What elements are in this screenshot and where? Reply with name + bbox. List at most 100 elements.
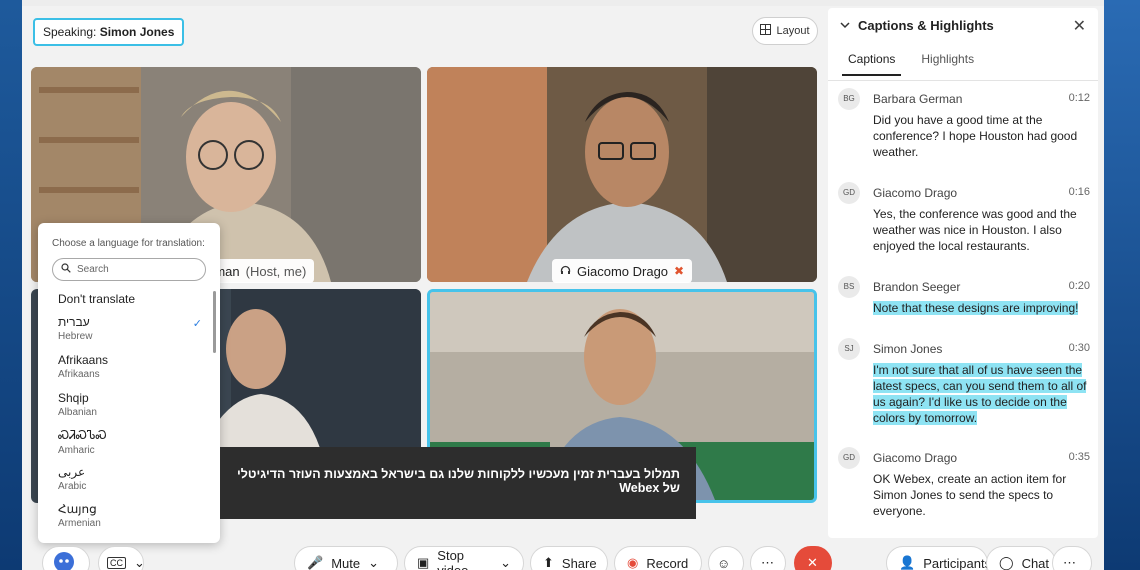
avatar: GD [838,182,860,204]
language-native: عربى [58,465,86,479]
share-button[interactable]: ⬆ Share [530,546,608,570]
grid-icon [760,24,772,38]
meeting-controls: CC ⌄ 🎤 Mute ⌄ ▣ Stop video ⌄ ⬆ Share ◉ R… [22,540,1104,570]
close-icon: ✕ [807,555,818,570]
chat-label: Chat [1021,555,1050,570]
record-icon: ◉ [627,555,639,570]
language-option-albanian[interactable]: Shqip Albanian [38,391,220,428]
stop-video-button[interactable]: ▣ Stop video ⌄ [404,546,524,570]
tab-captions[interactable]: Captions [842,48,902,76]
language-english: Albanian [58,407,97,418]
avatar: SJ [838,338,860,360]
host-suffix: (Host, me) [245,263,307,279]
chat-button[interactable]: ◯ Chat [986,546,1056,570]
panel-header[interactable]: Captions & Highlights [840,18,994,33]
mute-label: Mute [331,555,361,570]
language-option-amharic[interactable]: ᏍᏘᏍᏖᏍ Amharic [38,428,220,465]
leave-meeting-button[interactable]: ✕ [794,546,832,570]
stop-video-label: Stop video [437,548,468,570]
language-option-armenian[interactable]: Հայոց Armenian [38,502,220,538]
caption-text: תמלול בעברית זמין מעכשיו ללקוחות שלנו גם… [236,467,680,495]
checkmark-icon: ✓ [192,318,202,330]
language-option-hebrew[interactable]: עברית Hebrew ✓ [38,315,220,353]
share-icon: ⬆ [543,555,554,570]
language-english: Amharic [58,445,95,456]
desktop-background-left [0,0,22,570]
closed-captions-button[interactable]: CC ⌄ [98,546,145,570]
speaker-name: Brandon Seeger [873,280,961,294]
language-option-afrikaans[interactable]: Afrikaans Afrikaans [38,353,220,391]
caption-time: 0:16 [1068,186,1090,198]
close-icon[interactable]: ✕ [1073,16,1086,36]
panel-title: Captions & Highlights [858,18,994,33]
language-english: Armenian [58,518,101,529]
caption-time: 0:35 [1068,451,1090,463]
video-camera-icon: ▣ [417,555,430,570]
webex-assistant-icon [53,551,75,570]
live-caption-overlay: תמלול בעברית זמין מעכשיו ללקוחות שלנו גם… [220,447,696,519]
highlighted-caption: I'm not sure that all of us have seen th… [873,363,1087,425]
caption-text: OK Webex, create an action item for Simo… [873,471,1089,519]
headset-icon [560,264,571,279]
search-placeholder: Search [77,264,109,275]
microphone-icon: 🎤 [307,555,324,570]
participants-label: Participants [923,555,992,570]
avatar: GD [838,447,860,469]
caption-text: Note that these designs are improving! [873,300,1089,316]
video-tile-giacomo[interactable] [427,67,817,282]
participant-video [427,67,817,282]
tab-highlights[interactable]: Highlights [915,48,980,76]
speaking-indicator: Speaking: Simon Jones [33,18,185,46]
layout-label: Layout [776,25,810,37]
menu-scrollbar[interactable] [213,291,216,353]
language-native: Հայոց [58,502,97,516]
name-tag-label: Giacomo Drago [577,263,669,279]
webex-meeting-window: Speaking: Simon Jones Layout rman (Host,… [22,0,1104,570]
caption-time: 0:12 [1068,92,1090,104]
assistant-button[interactable] [42,546,90,570]
caption-text-content: Yes, the conference was good and the wea… [873,207,1077,253]
caption-text: I'm not sure that all of us have seen th… [873,362,1089,426]
chat-bubble-icon: ◯ [999,555,1014,570]
panel-tabs: Captions Highlights [842,48,980,76]
language-native: ᏍᏘᏍᏖᏍ [58,428,107,442]
dont-translate-option[interactable]: Don't translate [38,281,220,311]
reactions-button[interactable]: ☺ [708,546,744,570]
more-options-button[interactable]: ⋯ [750,546,786,570]
chevron-down-icon: ⌄ [500,555,511,570]
more-panels-button[interactable]: ⋯ [1052,546,1092,570]
layout-button[interactable]: Layout [752,17,818,45]
speaking-prefix: Speaking: [43,25,97,39]
title-bar [22,0,1104,6]
speaking-name: Simon Jones [99,25,175,39]
chevron-down-icon [840,18,850,33]
speaker-name: Barbara German [873,92,963,106]
language-option-arabic[interactable]: عربى Arabic [38,465,220,502]
participants-button[interactable]: 👤 Participants [886,546,992,570]
translation-menu-title: Choose a language for translation: [52,238,205,249]
caption-text: Yes, the conference was good and the wea… [873,206,1089,254]
language-native: Afrikaans [58,353,109,367]
person-icon: 👤 [899,555,916,570]
search-icon [61,263,71,276]
caption-text-content: Did you have a good time at the conferen… [873,113,1078,159]
avatar: BS [838,276,860,298]
muted-mic-icon: ✖ [674,264,685,278]
caption-time: 0:30 [1068,342,1090,354]
language-native: Shqip [58,391,89,405]
language-search-input[interactable]: Search [52,258,206,281]
highlighted-caption: Note that these designs are improving! [873,301,1079,315]
language-english: Afrikaans [58,369,100,380]
record-label: Record [646,555,689,570]
mute-button[interactable]: 🎤 Mute ⌄ [294,546,398,570]
record-button[interactable]: ◉ Record [614,546,702,570]
speaker-name: Giacomo Drago [873,451,958,465]
share-label: Share [561,555,597,570]
caption-text-content: OK Webex, create an action item for Simo… [873,472,1067,518]
chevron-down-icon: ⌄ [368,555,379,570]
caption-text: Did you have a good time at the conferen… [873,112,1089,160]
cc-icon: CC [107,557,126,569]
smiley-icon: ☺ [717,555,731,570]
chevron-down-icon: ⌄ [134,555,145,570]
tabs-divider [828,80,1098,81]
